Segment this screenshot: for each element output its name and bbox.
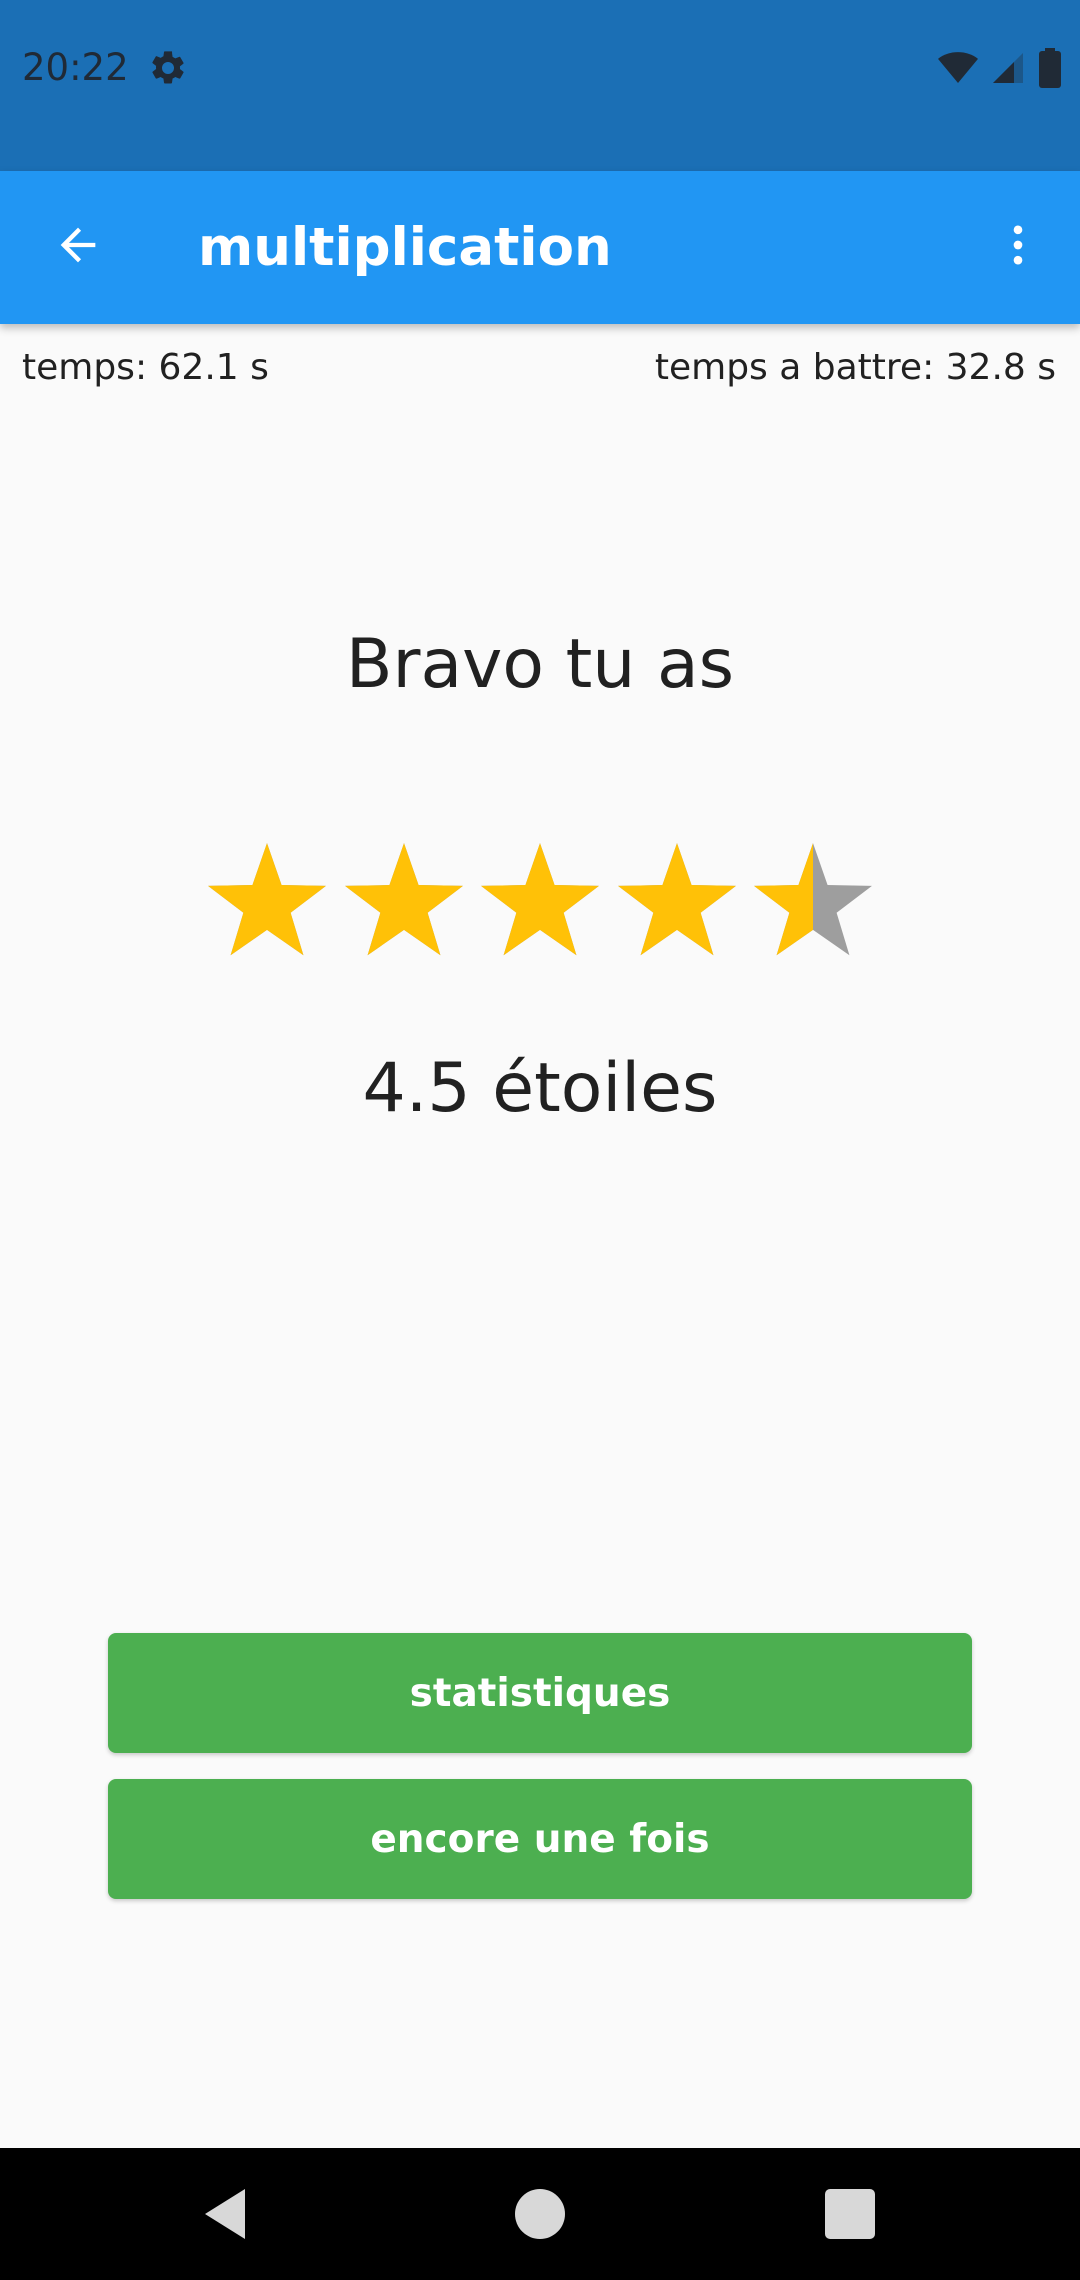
result-heading: Bravo tu as [345, 625, 735, 704]
statistics-button[interactable]: statistiques [108, 1633, 972, 1753]
nav-back-icon[interactable] [195, 2184, 255, 2244]
gear-icon [152, 51, 184, 84]
page-title: multiplication [198, 217, 612, 278]
battery-icon [1039, 48, 1061, 88]
star-rating [205, 840, 875, 964]
app-bar: multiplication [0, 171, 1080, 324]
navigation-bar [0, 2148, 1080, 2280]
more-vertical-icon [1013, 225, 1023, 265]
signal-icon [993, 53, 1023, 83]
status-time: 20:22 [22, 46, 129, 89]
overflow-menu-button[interactable] [980, 207, 1056, 283]
retry-button[interactable]: encore une fois [108, 1779, 972, 1899]
arrow-left-icon [60, 227, 96, 263]
star-icon [208, 843, 326, 956]
star-icon [617, 843, 736, 956]
wifi-icon [938, 52, 978, 83]
star-icon [344, 843, 463, 956]
rating-label: 4.5 étoiles [362, 1049, 718, 1128]
star-icon [754, 843, 872, 956]
elapsed-time: temps: 62.1 s [22, 347, 269, 388]
nav-recents-icon[interactable] [820, 2184, 880, 2244]
nav-home-icon[interactable] [510, 2184, 570, 2244]
time-to-beat: temps a battre: 32.8 s [654, 347, 1056, 388]
star-icon [481, 843, 599, 956]
status-icons [938, 48, 1062, 88]
back-button[interactable] [40, 207, 116, 283]
status-bar: 20:22 [0, 0, 1080, 171]
